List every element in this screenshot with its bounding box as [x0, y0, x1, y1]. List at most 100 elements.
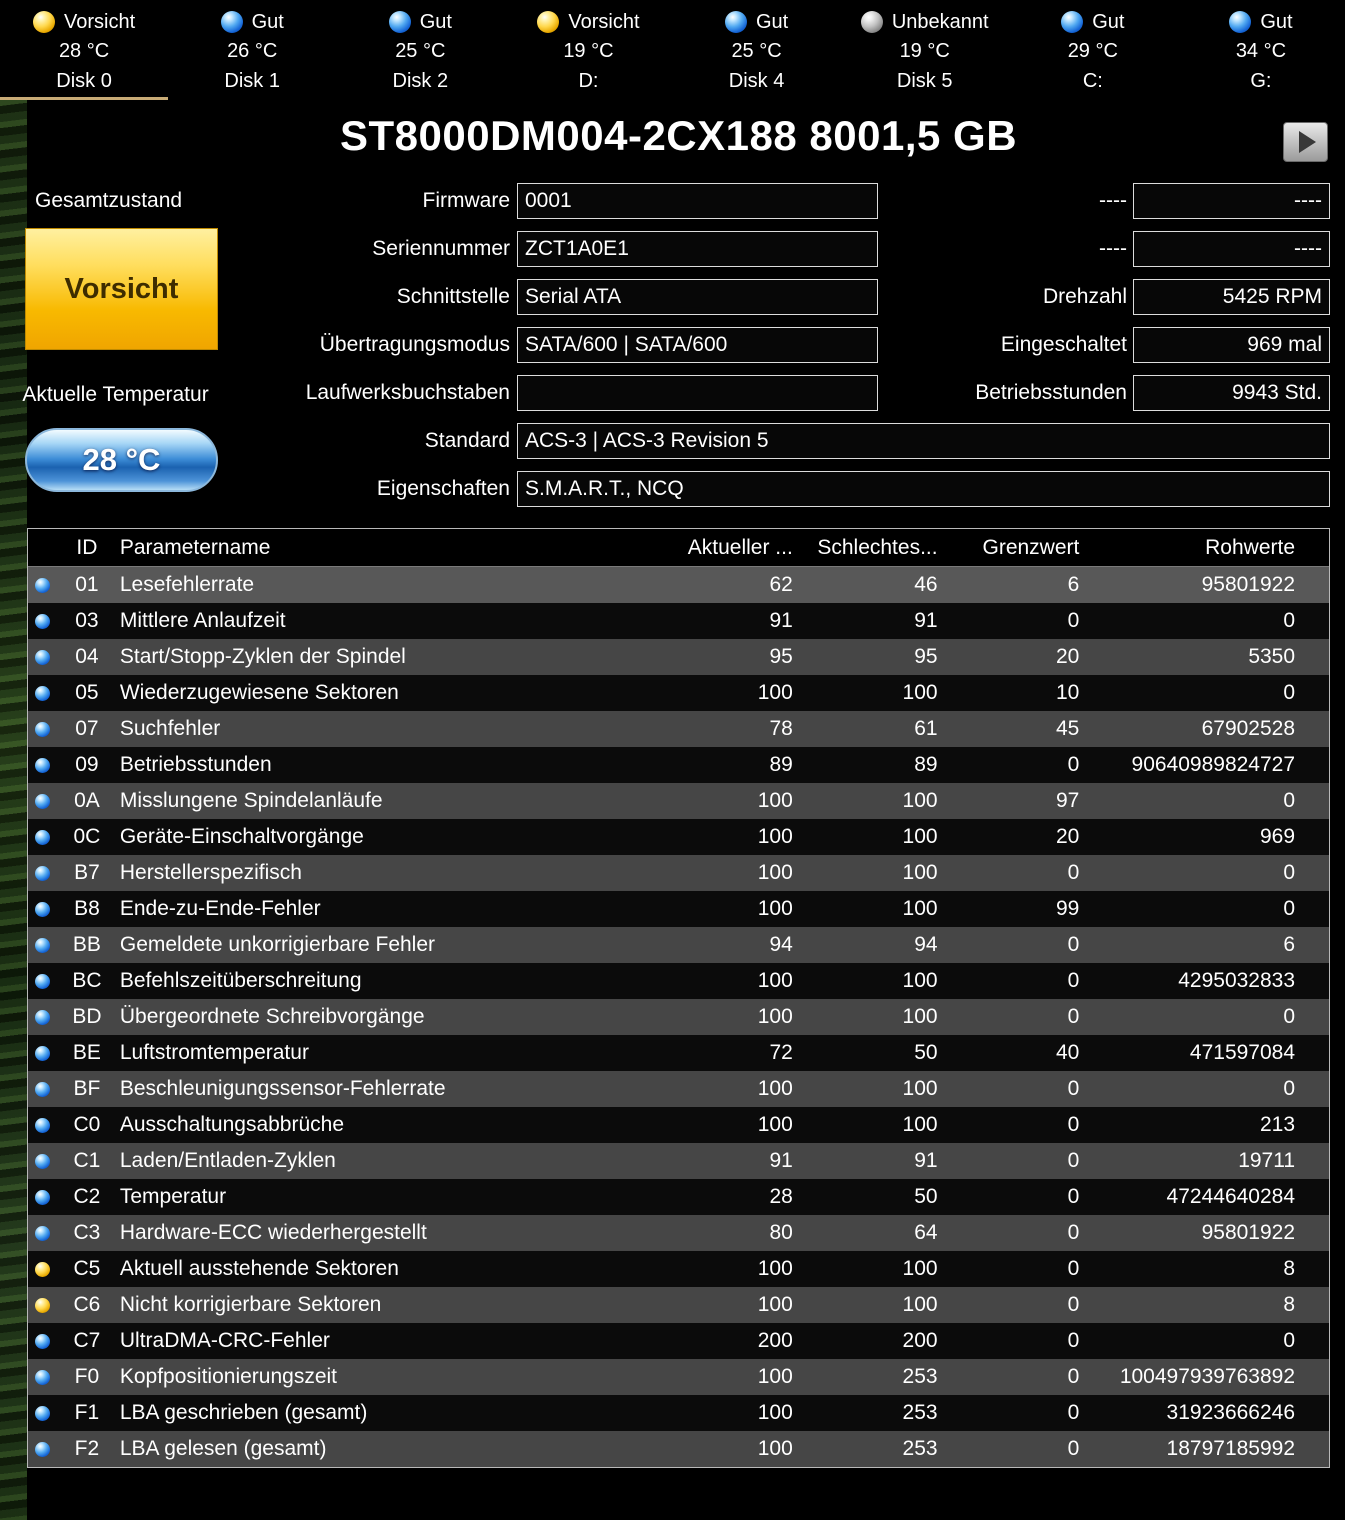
- disk-tab[interactable]: Unbekannt 19 °C Disk 5: [841, 0, 1009, 100]
- disk-tab[interactable]: Gut 25 °C Disk 2: [336, 0, 504, 100]
- header-parametername: Parametername: [119, 535, 271, 559]
- smart-attr-raw: 0: [1283, 681, 1296, 704]
- smart-table-row[interactable]: 09 Betriebsstunden 89 89 0 9064098982472…: [28, 747, 1329, 783]
- info-field-value-box: Serial ATA: [517, 279, 878, 315]
- smart-attr-name: Wiederzugewiesene Sektoren: [119, 681, 399, 704]
- disk-tab[interactable]: Vorsicht 19 °C D:: [504, 0, 672, 100]
- smart-attr-worst: 100: [902, 681, 938, 704]
- smart-table-row[interactable]: BB Gemeldete unkorrigierbare Fehler 94 9…: [28, 927, 1329, 963]
- smart-table-row[interactable]: F1 LBA geschrieben (gesamt) 100 253 0 31…: [28, 1395, 1329, 1431]
- header-current: Aktueller ...: [687, 535, 793, 559]
- smart-table-row[interactable]: 05 Wiederzugewiesene Sektoren 100 100 10…: [28, 675, 1329, 711]
- smart-status-dot-icon: [35, 685, 51, 701]
- disk-tab-temperature: 29 °C: [1067, 40, 1118, 62]
- smart-table-row[interactable]: C1 Laden/Entladen-Zyklen 91 91 0 19711: [28, 1143, 1329, 1179]
- drive-title: ST8000DM004-2CX188 8001,5 GB: [339, 112, 1018, 159]
- smart-table-row[interactable]: C7 UltraDMA-CRC-Fehler 200 200 0 0: [28, 1323, 1329, 1359]
- smart-table-row[interactable]: F0 Kopfpositionierungszeit 100 253 0 100…: [28, 1359, 1329, 1395]
- smart-status-dot-icon: [35, 829, 51, 845]
- smart-table-row[interactable]: C5 Aktuell ausstehende Sektoren 100 100 …: [28, 1251, 1329, 1287]
- smart-table-row[interactable]: C3 Hardware-ECC wiederhergestellt 80 64 …: [28, 1215, 1329, 1251]
- info-field-value-box: 5425 RPM: [1133, 279, 1330, 315]
- disk-status-dot-icon: [32, 11, 55, 33]
- smart-table-row[interactable]: 0A Misslungene Spindelanläufe 100 100 97…: [28, 783, 1329, 819]
- smart-attr-raw: 213: [1259, 1113, 1296, 1136]
- smart-table-row[interactable]: B8 Ende-zu-Ende-Fehler 100 100 99 0: [28, 891, 1329, 927]
- disk-tab[interactable]: Gut 25 °C Disk 4: [673, 0, 841, 100]
- smart-attr-threshold: 0: [1067, 1185, 1080, 1208]
- disk-tab[interactable]: Gut 26 °C Disk 1: [168, 0, 336, 100]
- drive-stats-fields: ---- ---- ---- ---- Drehzahl 5425 RPM Ei…: [883, 183, 1330, 423]
- smart-row-dot-cell: [28, 1405, 58, 1421]
- smart-table-row[interactable]: 07 Suchfehler 78 61 45 67902528: [28, 711, 1329, 747]
- smart-table-row[interactable]: C0 Ausschaltungsabbrüche 100 100 0 213: [28, 1107, 1329, 1143]
- disk-status-dot-icon: [860, 11, 883, 33]
- smart-attr-name: Gemeldete unkorrigierbare Fehler: [119, 933, 436, 956]
- smart-attr-current: 91: [769, 1149, 793, 1172]
- smart-table-row[interactable]: 03 Mittlere Anlaufzeit 91 91 0 0: [28, 603, 1329, 639]
- smart-attr-current: 80: [769, 1221, 793, 1244]
- disk-tab[interactable]: Gut 29 °C C:: [1009, 0, 1177, 100]
- disk-status-dot-icon: [724, 11, 747, 33]
- smart-table-row[interactable]: F2 LBA gelesen (gesamt) 100 253 0 187971…: [28, 1431, 1329, 1467]
- smart-attr-current: 100: [757, 1365, 793, 1388]
- smart-attr-worst: 100: [902, 789, 938, 812]
- smart-row-dot-cell: [28, 613, 58, 629]
- smart-attr-raw: 31923666246: [1166, 1401, 1296, 1424]
- disk-tab-status: Vorsicht: [63, 10, 136, 33]
- info-field-value-box: [517, 375, 878, 411]
- smart-attr-id: BB: [72, 933, 101, 956]
- smart-attr-name: Hardware-ECC wiederhergestellt: [119, 1221, 427, 1244]
- info-field-label: Eigenschaften: [376, 477, 510, 500]
- smart-table-row[interactable]: BF Beschleunigungssensor-Fehlerrate 100 …: [28, 1071, 1329, 1107]
- disk-tab[interactable]: Gut 34 °C G:: [1177, 0, 1345, 100]
- header-worst: Schlechtes...: [817, 535, 938, 559]
- smart-table-row[interactable]: C6 Nicht korrigierbare Sektoren 100 100 …: [28, 1287, 1329, 1323]
- smart-attr-raw: 8: [1283, 1293, 1296, 1316]
- smart-table-row[interactable]: 04 Start/Stopp-Zyklen der Spindel 95 95 …: [28, 639, 1329, 675]
- disk-tab-label: Disk 4: [728, 70, 785, 92]
- smart-attr-name: Übergeordnete Schreibvorgänge: [119, 1005, 425, 1028]
- smart-attr-name: Temperatur: [119, 1185, 227, 1208]
- smart-table-row[interactable]: 01 Lesefehlerrate 62 46 6 95801922: [28, 567, 1329, 603]
- info-field-value-box: 0001: [517, 183, 878, 219]
- smart-table-row[interactable]: C2 Temperatur 28 50 0 47244640284: [28, 1179, 1329, 1215]
- smart-attr-worst: 50: [914, 1185, 938, 1208]
- info-field-value-box: ACS-3 | ACS-3 Revision 5: [517, 423, 1330, 459]
- smart-status-dot-icon: [35, 649, 51, 665]
- smart-attr-worst: 50: [914, 1041, 938, 1064]
- smart-status-dot-icon: [35, 613, 51, 629]
- smart-attr-worst: 89: [914, 753, 938, 776]
- smart-status-dot-icon: [35, 721, 51, 737]
- smart-row-dot-cell: [28, 829, 58, 845]
- info-field-row: Betriebsstunden 9943 Std.: [883, 375, 1330, 411]
- smart-status-dot-icon: [35, 1153, 51, 1169]
- smart-attr-current: 100: [757, 1005, 793, 1028]
- smart-attr-current: 100: [757, 1401, 793, 1424]
- smart-attr-id: B8: [74, 897, 100, 920]
- smart-attr-id: C3: [73, 1221, 101, 1244]
- smart-attr-id: BC: [72, 969, 102, 992]
- smart-attr-current: 100: [757, 861, 793, 884]
- smart-attr-name: Suchfehler: [119, 717, 221, 740]
- smart-attr-id: BD: [72, 1005, 102, 1028]
- smart-attr-worst: 253: [902, 1365, 938, 1388]
- smart-attr-threshold: 10: [1056, 681, 1080, 704]
- smart-table-row[interactable]: BC Befehlszeitüberschreitung 100 100 0 4…: [28, 963, 1329, 999]
- smart-table-row[interactable]: 0C Geräte-Einschaltvorgänge 100 100 20 9…: [28, 819, 1329, 855]
- smart-table-row[interactable]: B7 Herstellerspezifisch 100 100 0 0: [28, 855, 1329, 891]
- smart-attr-id: C2: [73, 1185, 101, 1208]
- smart-table-row[interactable]: BE Luftstromtemperatur 72 50 40 47159708…: [28, 1035, 1329, 1071]
- disk-tab-status-row: Gut: [336, 8, 504, 36]
- smart-status-dot-icon: [35, 1333, 51, 1349]
- smart-attr-threshold: 6: [1067, 573, 1080, 596]
- smart-attr-threshold: 0: [1067, 1149, 1080, 1172]
- smart-row-dot-cell: [28, 685, 58, 701]
- play-button[interactable]: [1283, 122, 1328, 162]
- disk-tab[interactable]: Vorsicht 28 °C Disk 0: [0, 0, 169, 100]
- info-field-value-box: ----: [1133, 183, 1330, 219]
- info-field-label: Standard: [424, 429, 510, 452]
- smart-attr-worst: 95: [914, 645, 938, 668]
- smart-attr-threshold: 0: [1067, 1401, 1080, 1424]
- smart-table-row[interactable]: BD Übergeordnete Schreibvorgänge 100 100…: [28, 999, 1329, 1035]
